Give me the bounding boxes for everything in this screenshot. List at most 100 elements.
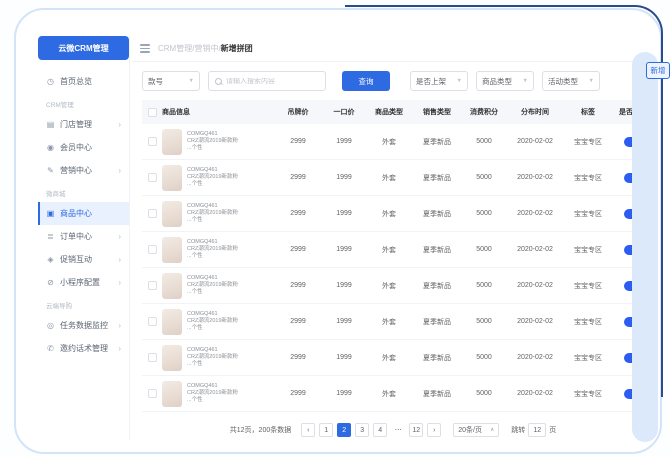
page-button-2[interactable]: 2 bbox=[337, 423, 351, 437]
sidebar-item-miniapp[interactable]: ⊘ 小程序配置 › bbox=[38, 271, 129, 294]
on-shelf-toggle[interactable] bbox=[624, 353, 643, 363]
jump-label: 跳转 bbox=[511, 425, 525, 435]
publish-time-cell: 2020-02-02 bbox=[506, 210, 564, 217]
points-cell: 5000 bbox=[462, 210, 506, 217]
page-button-3[interactable]: 3 bbox=[355, 423, 369, 437]
product-code: COMGQ461 bbox=[187, 131, 238, 138]
prev-page-button[interactable]: ‹ bbox=[301, 423, 315, 437]
sidebar-item-order[interactable]: ≣ 订单中心 › bbox=[38, 225, 129, 248]
page-button-1[interactable]: 1 bbox=[319, 423, 333, 437]
on-shelf-toggle[interactable] bbox=[624, 281, 643, 291]
product-thumbnail bbox=[162, 201, 182, 227]
product-thumbnail bbox=[162, 129, 182, 155]
sidebar-item-member[interactable]: ◉ 会员中心 › bbox=[38, 136, 129, 159]
sale-type-cell: 夏季新品 bbox=[412, 173, 462, 183]
product-icon: ▣ bbox=[46, 209, 55, 218]
sale-type-cell: 夏季新品 bbox=[412, 389, 462, 399]
chevron-down-icon: ▼ bbox=[457, 78, 462, 84]
points-cell: 5000 bbox=[462, 354, 506, 361]
sidebar-item-script[interactable]: ✆ 邀约话术管理 › bbox=[38, 337, 129, 360]
product-name: CRZ潮流2019新款粉 bbox=[187, 390, 238, 397]
category-cell: 外套 bbox=[366, 137, 412, 147]
search-box bbox=[208, 71, 326, 91]
product-thumbnail bbox=[162, 237, 182, 263]
row-checkbox[interactable] bbox=[148, 281, 157, 290]
chevron-right-icon: › bbox=[118, 344, 121, 353]
sidebar-item-marketing[interactable]: ✎ 营销中心 › bbox=[38, 159, 129, 182]
table-row: COMGQ461 CRZ潮流2019新款粉 ...个性 2999 1999 外套… bbox=[142, 124, 654, 160]
row-checkbox[interactable] bbox=[148, 173, 157, 182]
shelf-select[interactable]: 是否上架 ▼ bbox=[410, 71, 468, 91]
select-all-checkbox[interactable] bbox=[148, 108, 157, 117]
page-button-12[interactable]: 12 bbox=[409, 423, 423, 437]
category-cell: 外套 bbox=[366, 317, 412, 327]
sidebar: 云微CRM管理 ◷ 首页总览 › CRM管理 ▤ 门店管理 › ◉ 会员中心 ›… bbox=[38, 36, 130, 440]
product-thumbnail bbox=[162, 273, 182, 299]
product-cell: COMGQ461 CRZ潮流2019新款粉 ...个性 bbox=[162, 129, 274, 155]
search-button[interactable]: 查询 bbox=[342, 71, 390, 91]
sidebar-item-store[interactable]: ▤ 门店管理 › bbox=[38, 113, 129, 136]
next-page-button[interactable]: › bbox=[427, 423, 441, 437]
col-product: 商品信息 bbox=[162, 107, 274, 117]
publish-time-cell: 2020-02-02 bbox=[506, 282, 564, 289]
hamburger-icon[interactable] bbox=[140, 44, 150, 53]
col-on-shelf: 是否上架 bbox=[612, 107, 654, 117]
sale-type-cell: 夏季新品 bbox=[412, 137, 462, 147]
on-shelf-toggle[interactable] bbox=[624, 137, 643, 147]
activity-type-select[interactable]: 活动类型 ▼ bbox=[542, 71, 600, 91]
points-cell: 5000 bbox=[462, 246, 506, 253]
fixed-price-cell: 1999 bbox=[322, 354, 366, 361]
product-code: COMGQ461 bbox=[187, 383, 238, 390]
sidebar-item-product[interactable]: ▣ 商品中心 › bbox=[38, 202, 129, 225]
breadcrumb-prefix[interactable]: CRM管理/营销中/ bbox=[158, 44, 221, 53]
product-name: CRZ潮流2019新款粉 bbox=[187, 138, 238, 145]
chevron-down-icon: ▼ bbox=[189, 78, 194, 84]
chevron-right-icon: › bbox=[118, 255, 121, 264]
tag-cell: 宝宝专区 bbox=[564, 281, 612, 291]
product-name: CRZ潮流2019新款粉 bbox=[187, 282, 238, 289]
monitor-icon: ◎ bbox=[46, 321, 55, 330]
sidebar-item-monitor[interactable]: ◎ 任务数据监控 › bbox=[38, 314, 129, 337]
main-content: CRM管理/营销中/新增拼团 款号 ▼ 查询 是否上架 ▼ 商品类型 ▼ 活动类… bbox=[132, 36, 654, 446]
on-shelf-toggle[interactable] bbox=[624, 245, 643, 255]
row-checkbox[interactable] bbox=[148, 353, 157, 362]
page-size-select[interactable]: 20条/页 ∧ bbox=[453, 423, 499, 437]
product-name: CRZ潮流2019新款粉 bbox=[187, 246, 238, 253]
fixed-price-cell: 1999 bbox=[322, 246, 366, 253]
on-shelf-toggle[interactable] bbox=[624, 209, 643, 219]
product-type-select[interactable]: 商品类型 ▼ bbox=[476, 71, 534, 91]
row-checkbox[interactable] bbox=[148, 389, 157, 398]
sidebar-item-dashboard[interactable]: ◷ 首页总览 › bbox=[38, 70, 129, 93]
table-row: COMGQ461 CRZ潮流2019新款粉 ...个性 2999 1999 外套… bbox=[142, 268, 654, 304]
sale-type-cell: 夏季新品 bbox=[412, 209, 462, 219]
fixed-price-cell: 1999 bbox=[322, 138, 366, 145]
chevron-down-icon: ▼ bbox=[589, 78, 594, 84]
table-row: COMGQ461 CRZ潮流2019新款粉 ...个性 2999 1999 外套… bbox=[142, 340, 654, 376]
search-input[interactable] bbox=[226, 78, 319, 85]
product-code: COMGQ461 bbox=[187, 311, 238, 318]
product-code: COMGQ461 bbox=[187, 203, 238, 210]
sidebar-item-promotion[interactable]: ◈ 促销互动 › bbox=[38, 248, 129, 271]
on-shelf-toggle[interactable] bbox=[624, 173, 643, 183]
product-table: 商品信息 吊牌价 一口价 商品类型 销售类型 消费积分 分布时间 标签 是否上架… bbox=[132, 100, 654, 412]
table-header-row: 商品信息 吊牌价 一口价 商品类型 销售类型 消费积分 分布时间 标签 是否上架 bbox=[142, 100, 654, 124]
page-buttons: ‹1234⋯12› bbox=[301, 423, 441, 437]
sidebar-menu: ◷ 首页总览 › CRM管理 ▤ 门店管理 › ◉ 会员中心 › ✎ 营销中心 … bbox=[38, 70, 129, 360]
product-name: CRZ潮流2019新款粉 bbox=[187, 210, 238, 217]
pagination-summary: 共12页，200条数据 bbox=[230, 425, 291, 435]
shelf-select-value: 是否上架 bbox=[416, 76, 446, 87]
points-cell: 5000 bbox=[462, 318, 506, 325]
row-checkbox[interactable] bbox=[148, 209, 157, 218]
product-code: COMGQ461 bbox=[187, 347, 238, 354]
row-checkbox[interactable] bbox=[148, 137, 157, 146]
chevron-right-icon: › bbox=[118, 321, 121, 330]
style-no-select[interactable]: 款号 ▼ bbox=[142, 71, 200, 91]
product-cell: COMGQ461 CRZ潮流2019新款粉 ...个性 bbox=[162, 309, 274, 335]
page-button-4[interactable]: 4 bbox=[373, 423, 387, 437]
row-checkbox[interactable] bbox=[148, 245, 157, 254]
jump-input[interactable] bbox=[528, 423, 546, 437]
on-shelf-toggle[interactable] bbox=[624, 317, 643, 327]
row-checkbox[interactable] bbox=[148, 317, 157, 326]
on-shelf-toggle[interactable] bbox=[624, 389, 643, 399]
add-button[interactable]: 新增 bbox=[646, 62, 670, 79]
